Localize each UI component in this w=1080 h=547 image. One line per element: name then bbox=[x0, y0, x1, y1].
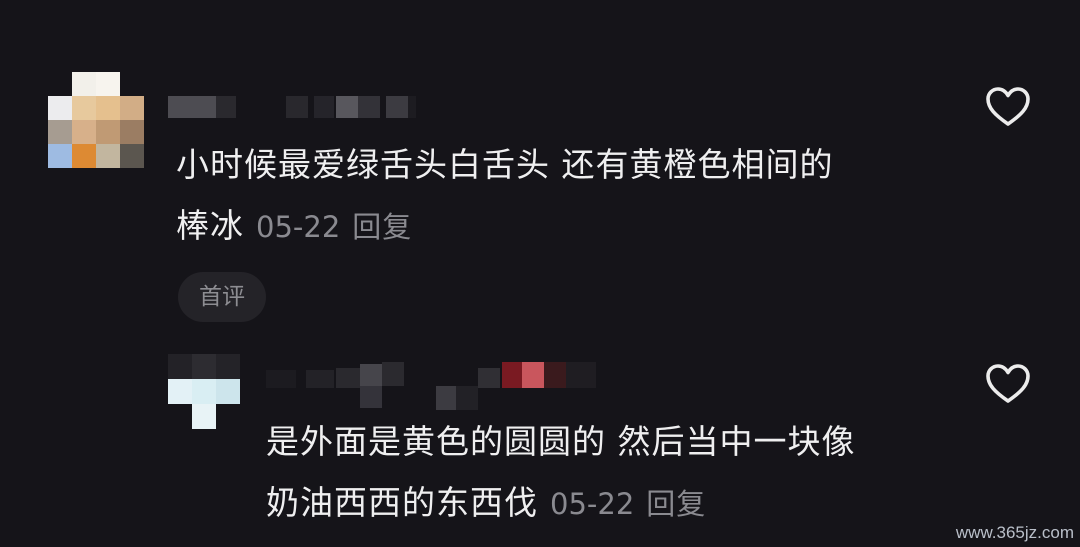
comment-text-2-line-2-text: 奶油西西的东西伐 bbox=[266, 483, 538, 522]
comment-text-2-line-2: 奶油西西的东西伐 05-22 回复 bbox=[266, 472, 966, 535]
comment-item-2: 是外面是黄色的圆圆的 然后当中一块像 奶油西西的东西伐 05-22 回复 bbox=[0, 330, 1080, 547]
comment-text-2: 是外面是黄色的圆圆的 然后当中一块像 奶油西西的东西伐 05-22 回复 bbox=[266, 411, 966, 535]
username-blurred-1[interactable] bbox=[168, 96, 418, 118]
comment-text-2-line-1: 是外面是黄色的圆圆的 然后当中一块像 bbox=[266, 422, 856, 461]
reply-button-2[interactable]: 回复 bbox=[646, 487, 706, 521]
watermark-text: www.365jz.com bbox=[955, 523, 1074, 542]
first-comment-badge: 首评 bbox=[178, 272, 266, 322]
comment-text-1-line-1: 小时候最爱绿舌头白舌头 还有黄橙色相间的 bbox=[176, 145, 834, 184]
username-blurred-2[interactable] bbox=[266, 362, 602, 410]
reply-button-1[interactable]: 回复 bbox=[352, 210, 412, 244]
comment-date-2: 05-22 bbox=[550, 487, 635, 521]
comment-date-1: 05-22 bbox=[256, 210, 341, 244]
comment-item-1: 小时候最爱绿舌头白舌头 还有黄橙色相间的 棒冰 05-22 回复 首评 bbox=[0, 0, 1080, 330]
comment-text-1-line-2: 棒冰 05-22 回复 bbox=[176, 195, 976, 258]
avatar-2[interactable] bbox=[168, 354, 240, 430]
heart-outline-icon[interactable] bbox=[985, 86, 1031, 128]
avatar-1[interactable] bbox=[48, 72, 144, 168]
heart-outline-icon[interactable] bbox=[985, 363, 1031, 405]
comment-text-1: 小时候最爱绿舌头白舌头 还有黄橙色相间的 棒冰 05-22 回复 bbox=[176, 134, 976, 258]
comment-text-1-line-2-text: 棒冰 bbox=[176, 206, 244, 245]
